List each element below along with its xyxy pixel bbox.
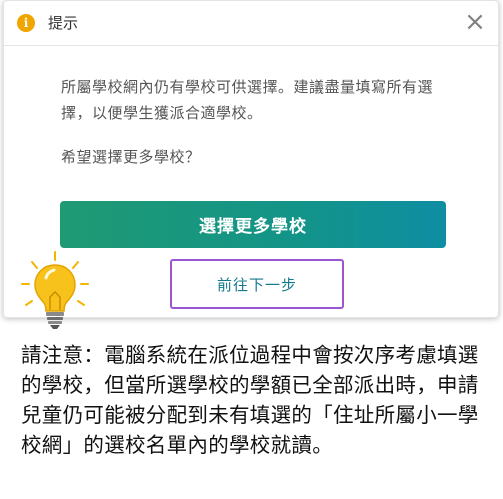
dialog-question: 希望選擇更多學校？ xyxy=(61,148,201,166)
choose-more-schools-button[interactable]: 選擇更多學校 xyxy=(60,201,446,248)
dialog-title: 提示 xyxy=(48,14,79,32)
info-icon: i xyxy=(17,14,35,32)
dialog-header: i 提示 × xyxy=(4,1,498,46)
notice-text: 請注意：電腦系統在派位過程中會按次序考慮填選的學校，但當所選學校的學額已全部派出… xyxy=(21,343,479,457)
dialog-message: 所屬學校網內仍有學校可供選擇。建議盡量填寫所有選擇，以便學生獲派合適學校。 xyxy=(61,78,434,122)
next-step-button[interactable]: 前往下一步 xyxy=(170,259,344,309)
close-button[interactable]: × xyxy=(462,9,488,35)
lightbulb-icon xyxy=(21,251,89,329)
